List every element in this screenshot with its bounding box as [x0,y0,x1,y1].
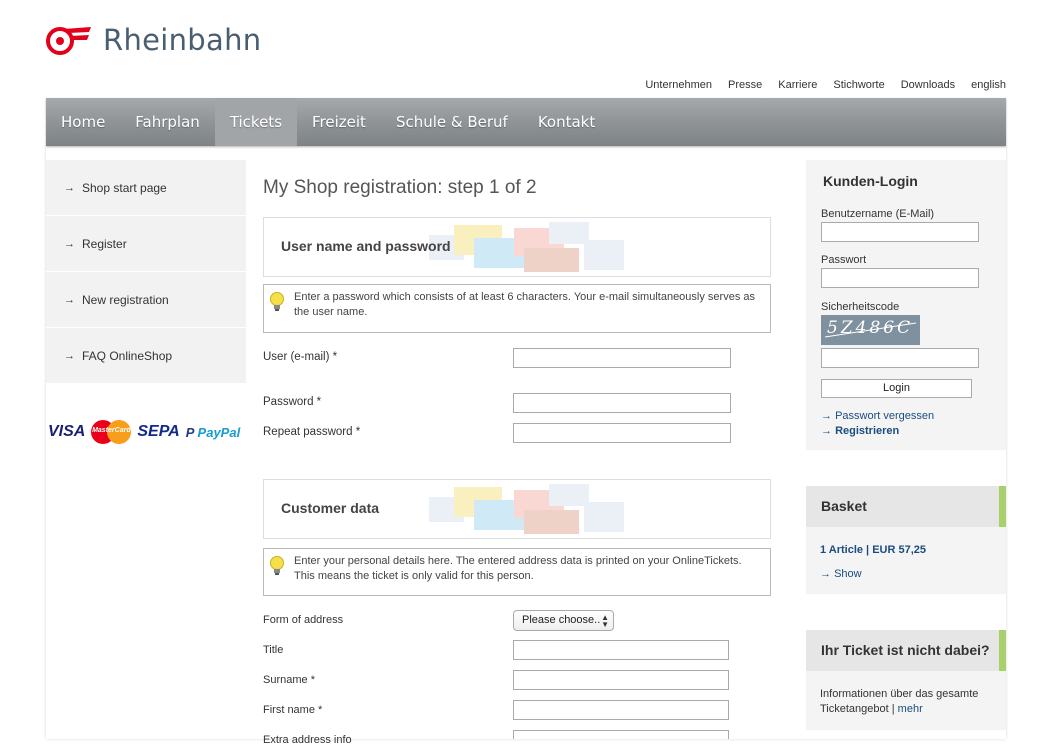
user-email-input[interactable] [513,348,731,368]
top-nav-karriere[interactable]: Karriere [778,79,817,91]
top-nav-downloads[interactable]: Downloads [901,79,955,91]
repeat-password-input[interactable] [513,423,731,443]
hint-text: Enter a password which consists of at le… [294,291,755,318]
mastercard-logo-text: MasterCard [92,427,131,434]
arrow-right-icon: → [821,410,832,422]
label-username: Benutzername (E-Mail) [821,208,935,220]
left-nav-label: Shop start page [82,180,167,195]
title-input[interactable] [513,640,729,660]
arrow-right-icon: → [64,349,75,362]
brand-name: Rheinbahn [103,23,262,57]
register-link[interactable]: → Registrieren [821,425,899,437]
form-of-address-select[interactable]: Please choose.. ▲ ▼ [513,610,614,631]
ticket-info-text: Informationen über das gesamte Ticketang… [820,687,998,717]
nav-kontakt[interactable]: Kontakt [523,98,610,146]
captcha-image: 5Z486C [821,315,920,345]
nav-fahrplan[interactable]: Fahrplan [120,98,215,146]
section-title: User name and password [281,238,451,254]
extra-address-input[interactable] [513,730,729,739]
lightbulb-icon [270,292,284,311]
label-password: Password * [263,396,322,408]
forgot-password-link[interactable]: → Passwort vergessen [821,410,934,422]
ticket-info-title: Ihr Ticket ist nicht dabei? [806,630,1006,671]
arrow-right-icon: → [64,181,75,194]
select-arrows-icon: ▲ ▼ [601,613,609,629]
select-value: Please choose.. [522,614,601,626]
hint-customer-data: Enter your personal details here. The en… [263,548,771,596]
left-nav-label: Register [82,236,127,251]
basket-show-label: Show [834,568,862,580]
hint-password: Enter a password which consists of at le… [263,284,771,333]
label-repeat-password: Repeat password * [263,426,361,438]
ticket-collage-image [429,484,624,534]
login-button[interactable]: Login [821,379,972,398]
nav-schule-beruf[interactable]: Schule & Beruf [381,98,523,146]
left-nav-faq[interactable]: → FAQ OnlineShop [46,328,246,384]
label-extra-address-info: Extra address info [263,734,352,746]
first-name-input[interactable] [513,700,729,720]
paypal-logo-text: PayPal [197,424,241,440]
login-password-input[interactable] [821,268,979,288]
mastercard-logo: MasterCard [91,420,132,444]
left-nav-register[interactable]: → Register [46,216,246,272]
captcha-input[interactable] [821,348,979,368]
password-input[interactable] [513,393,731,413]
nav-freizeit[interactable]: Freizeit [297,98,381,146]
section-title: Customer data [281,500,380,516]
top-nav-presse[interactable]: Presse [728,79,762,91]
basket-show-link[interactable]: → Show [820,568,862,580]
left-nav-label: New registration [82,292,169,307]
surname-input[interactable] [513,670,729,690]
left-nav-shop-start[interactable]: → Shop start page [46,160,246,216]
sepa-logo: SEPA [137,423,180,440]
ticket-info-more-link[interactable]: mehr [898,703,923,715]
basket-box: Basket 1 Article | EUR 57,25 → Show [806,486,1006,594]
visa-logo: VISA [48,423,86,440]
left-nav: → Shop start page → Register → New regis… [46,160,246,384]
arrow-right-icon: → [64,293,75,306]
login-title: Kunden-Login [823,173,918,189]
paypal-logo: P PayPal [186,425,240,440]
section-customer-data: Customer data [263,479,771,539]
arrow-right-icon: → [64,237,75,250]
basket-title: Basket [806,486,1006,527]
nav-home[interactable]: Home [46,98,120,146]
top-nav-english[interactable]: english [971,79,1006,91]
label-captcha: Sicherheitscode [821,301,900,313]
paypal-p-icon: P [185,424,198,440]
top-nav: Unternehmen Presse Karriere Stichworte D… [645,79,1006,91]
label-form-of-address: Form of address [263,614,344,626]
left-nav-label: FAQ OnlineShop [82,348,173,363]
arrow-right-icon: → [820,568,831,580]
register-label: Registrieren [835,425,900,437]
payment-logos: VISA MasterCard SEPA P PayPal [48,420,240,444]
label-login-password: Passwort [821,254,867,266]
label-title: Title [263,644,284,656]
ticket-info-box: Ihr Ticket ist nicht dabei? Informatione… [806,630,1006,730]
forgot-password-label: Passwort vergessen [835,410,935,422]
ticket-collage-image [429,222,624,272]
label-user-email: User (e-mail) * [263,351,338,363]
label-surname: Surname * [263,674,315,686]
section-user-password: User name and password [263,217,771,277]
captcha-strike-line [824,322,917,338]
nav-tickets[interactable]: Tickets [214,98,298,146]
rheinbahn-logo[interactable]: Rheinbahn [45,20,261,60]
login-username-input[interactable] [821,222,979,242]
top-nav-stichworte[interactable]: Stichworte [833,79,884,91]
left-nav-new-registration[interactable]: → New registration [46,272,246,328]
basket-summary: 1 Article | EUR 57,25 [820,544,926,556]
rheinbahn-logo-icon [46,27,91,55]
hint-text: Enter your personal details here. The en… [294,555,742,582]
lightbulb-icon [270,556,284,575]
arrow-right-icon: → [821,425,832,437]
page-title: My Shop registration: step 1 of 2 [263,177,537,198]
top-nav-unternehmen[interactable]: Unternehmen [645,79,712,91]
main-nav: Home Fahrplan Tickets Freizeit Schule & … [46,98,1006,146]
label-first-name: First name * [263,704,323,716]
